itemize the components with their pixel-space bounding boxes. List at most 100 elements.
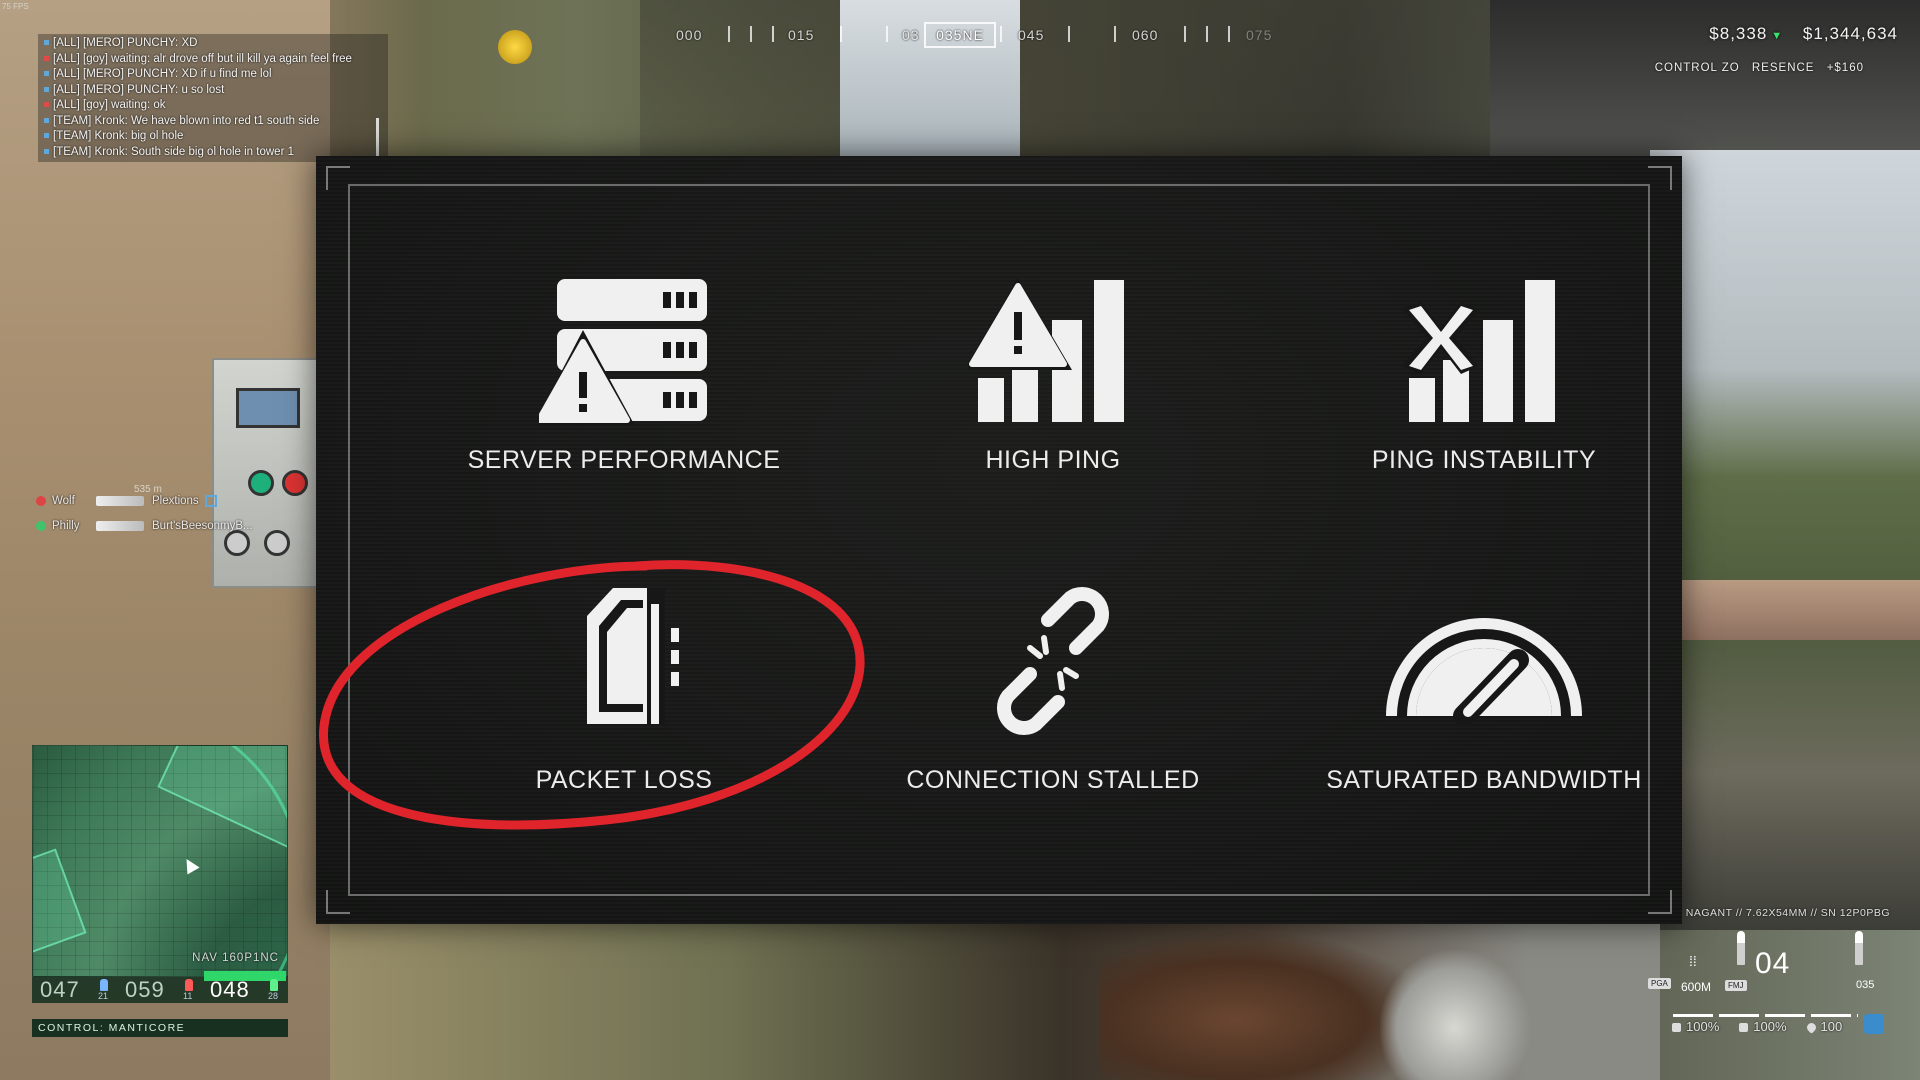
scene-rifle xyxy=(1380,950,1530,1080)
player-vitals: 100% 100% 100 xyxy=(1672,1019,1842,1034)
chat-message: [ALL] [MERO] PUNCHY: u so lost xyxy=(44,83,382,99)
squad-distance: 535 m xyxy=(134,484,162,495)
reserve-ammo: 035 xyxy=(1856,979,1875,991)
chat-message-text: [ALL] [goy] waiting: alr drove off but i… xyxy=(53,52,352,65)
chat-message-text: [ALL] [goy] waiting: ok xyxy=(53,99,166,111)
squad-member-name: Philly xyxy=(52,519,80,532)
warning-high-ping: HIGH PING xyxy=(843,276,1263,475)
scene-landscape xyxy=(1650,150,1920,930)
packet-loss-icon xyxy=(587,588,679,724)
chat-message: [TEAM] Kronk: big ol hole xyxy=(44,129,382,145)
weapon-icon xyxy=(96,495,144,506)
warning-connection-stalled: CONNECTION STALLED xyxy=(843,576,1263,795)
bullet-icon xyxy=(1855,931,1863,965)
chat-message-text: [TEAM] Kronk: South side big ol hole in … xyxy=(53,145,294,158)
channel-dot-icon xyxy=(44,133,49,139)
compass-heading: 060 xyxy=(1132,27,1159,43)
chat-message: [ALL] [MERO] PUNCHY: XD xyxy=(44,36,382,52)
compass-bar xyxy=(750,26,752,42)
channel-dot-icon xyxy=(44,102,49,108)
channel-dot-icon xyxy=(44,117,49,123)
soldier-icon xyxy=(100,979,108,991)
warning-label: CONNECTION STALLED xyxy=(906,766,1200,794)
team-b-tickets: 059 xyxy=(125,977,165,1002)
stamina-value: 100% xyxy=(1672,1019,1719,1034)
warning-label: SATURATED BANDWIDTH xyxy=(1326,766,1642,794)
bank-value: $1,344,634 xyxy=(1802,24,1898,43)
soldier-icon xyxy=(270,979,278,991)
compass-bar xyxy=(1206,26,1208,42)
squad-list: 535 m Wolf Plextions Philly Burt'sBeeson… xyxy=(36,484,253,538)
zone-presence-label-left: CONTROL ZO xyxy=(1654,62,1740,74)
compass: 000 015 03 035NE 045 060 075 xyxy=(640,22,1280,48)
health-value: 100 xyxy=(1807,1019,1843,1034)
chat-scrollbar[interactable] xyxy=(376,118,379,158)
zone-presence-bonus: CONTROL ZO RESENCE +$160 xyxy=(1647,62,1864,74)
channel-dot-icon xyxy=(44,55,49,61)
chat-message: [ALL] [MERO] PUNCHY: XD if u find me lol xyxy=(44,67,382,83)
cash-change-icon: ▼ xyxy=(1771,30,1784,42)
team-c-tickets: 048 xyxy=(210,977,250,1002)
warning-label: SERVER PERFORMANCE xyxy=(467,446,781,474)
channel-dot-icon xyxy=(44,40,49,46)
zone-presence-label-right: RESENCE xyxy=(1751,62,1815,74)
scene-control-panel xyxy=(212,358,322,588)
minimap[interactable]: NAV 160P1NC xyxy=(32,745,288,977)
chat-message-text: [TEAM] Kronk: We have blown into red t1 … xyxy=(53,114,320,127)
chat-message-text: [ALL] [MERO] PUNCHY: u so lost xyxy=(53,83,225,96)
compass-bar xyxy=(1228,26,1230,42)
compass-heading: 000 xyxy=(676,27,703,43)
compass-bar xyxy=(886,26,888,42)
network-warnings-panel: SERVER PERFORMANCE HIGH PING PING INSTAB… xyxy=(316,156,1682,924)
speedometer-icon xyxy=(1386,618,1582,727)
weapon-info: NAGANT // 7.62X54MM // SN 12P0PBG xyxy=(1685,907,1890,919)
chat-message-text: [ALL] [MERO] PUNCHY: XD if u find me lol xyxy=(53,68,272,80)
killfeed-victim: Plextions xyxy=(152,494,199,507)
cash-value: $8,338 xyxy=(1709,24,1768,43)
high-ping-icon xyxy=(968,278,1124,422)
squad-member: Philly Burt'sBeesonmyB... xyxy=(36,513,253,538)
channel-dot-icon xyxy=(44,86,49,92)
fire-mode-icon: ⁞⁞ xyxy=(1689,953,1697,969)
broken-chain-icon xyxy=(997,587,1109,735)
chat-message-text: [ALL] [MERO] PUNCHY: XD xyxy=(53,37,198,49)
compass-bar xyxy=(1068,26,1070,42)
compass-bar xyxy=(1114,26,1116,42)
server-warning-icon xyxy=(539,279,707,426)
fps-counter: 75 FPS xyxy=(2,2,29,11)
warning-server-performance: SERVER PERFORMANCE xyxy=(414,276,834,475)
channel-dot-icon xyxy=(44,148,49,154)
warning-label: HIGH PING xyxy=(985,446,1121,474)
chat-message: [ALL] [goy] waiting: alr drove off but i… xyxy=(44,52,382,68)
settings-gear-icon[interactable] xyxy=(1864,1014,1884,1034)
team-a-count: 21 xyxy=(98,991,109,1001)
warning-label: PACKET LOSS xyxy=(535,766,713,794)
warning-packet-loss: PACKET LOSS xyxy=(414,576,834,795)
compass-heading: 03 xyxy=(902,27,920,43)
bullet-icon xyxy=(1737,931,1745,965)
ticket-counter: 047 21 059 11 048 28 xyxy=(32,971,288,1003)
channel-dot-icon xyxy=(44,71,49,77)
chat-log: [ALL] [MERO] PUNCHY: XD [ALL] [goy] waiti… xyxy=(38,34,388,162)
warning-ping-instability: PING INSTABILITY xyxy=(1274,276,1694,475)
compass-current-heading: 035NE xyxy=(924,22,996,48)
killfeed-victim: Burt'sBeesonmyB... xyxy=(152,519,253,532)
chat-message-text: [TEAM] Kronk: big ol hole xyxy=(53,130,184,142)
compass-bar xyxy=(1000,26,1002,42)
compass-bar xyxy=(1184,26,1186,42)
compass-heading: 045 xyxy=(1018,27,1045,43)
scene-light xyxy=(498,30,532,64)
warning-saturated-bandwidth: SATURATED BANDWIDTH xyxy=(1274,576,1694,795)
team-c-count: 28 xyxy=(268,991,279,1001)
armor-value: 100% xyxy=(1739,1019,1786,1034)
compass-bar xyxy=(728,26,730,42)
compass-bar xyxy=(840,26,842,42)
squad-marker-icon xyxy=(204,494,217,507)
ammo-type-badge: FMJ xyxy=(1725,980,1747,991)
zone-presence-bonus-value: +$160 xyxy=(1826,62,1864,74)
squad-member-name: Wolf xyxy=(52,494,75,507)
chat-message: [ALL] [goy] waiting: ok xyxy=(44,98,382,114)
team-a-tickets: 047 xyxy=(40,977,80,1002)
money-display: $8,338 ▼ $1,344,634 xyxy=(1695,24,1898,44)
ping-instability-icon xyxy=(1401,280,1555,422)
